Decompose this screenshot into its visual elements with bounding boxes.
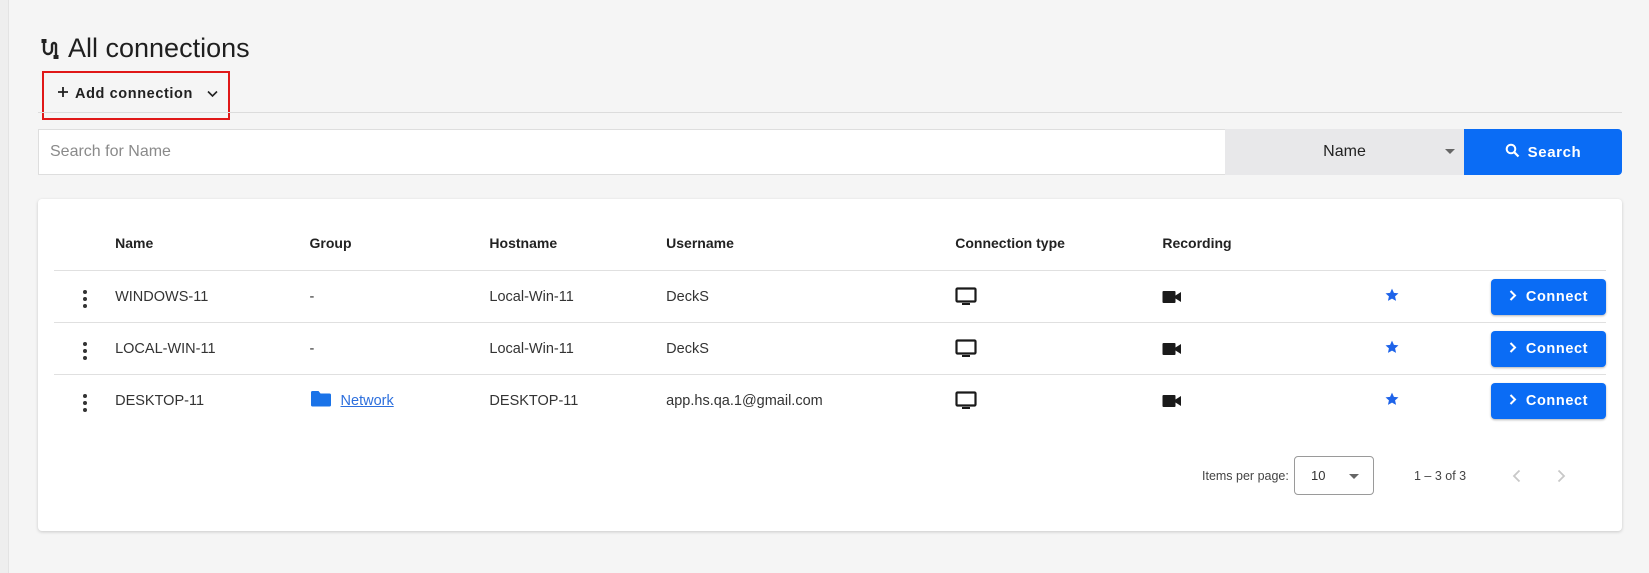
- monitor-icon: [955, 338, 1162, 359]
- cell-connection-type: [955, 270, 1163, 323]
- paginator: Items per page: 10 1 – 3 of 3: [38, 456, 1622, 496]
- search-field-value: Name: [1323, 143, 1366, 160]
- video-camera-icon: [1162, 342, 1320, 356]
- more-vert-icon[interactable]: [75, 286, 95, 312]
- video-camera-icon: [1162, 290, 1320, 304]
- connections-icon: [38, 37, 62, 61]
- add-connection-button[interactable]: Add connection: [44, 72, 222, 116]
- search-input[interactable]: [38, 129, 1225, 175]
- cell-username: DeckS: [666, 270, 956, 323]
- row-menu-cell: [54, 270, 116, 323]
- cell-name: DESKTOP-11: [115, 374, 310, 426]
- chevron-down-icon: [207, 86, 218, 102]
- items-per-page-select[interactable]: 10: [1294, 456, 1374, 495]
- cell-action: Connect: [1420, 322, 1606, 375]
- connect-label: Connect: [1525, 340, 1589, 357]
- monitor-icon: [955, 286, 1162, 307]
- search-icon: [1505, 143, 1520, 162]
- cell-username: app.hs.qa.1@gmail.com: [666, 374, 956, 426]
- folder-icon: [310, 390, 332, 411]
- next-page-icon[interactable]: [1551, 466, 1571, 486]
- cell-favorite: [1320, 270, 1420, 323]
- star-icon[interactable]: [1384, 339, 1400, 359]
- caret-down-icon: [1445, 149, 1455, 154]
- search-button-label: Search: [1527, 143, 1582, 161]
- cell-connection-type: [955, 322, 1163, 375]
- more-vert-icon[interactable]: [75, 338, 95, 364]
- cell-connection-type: [955, 374, 1163, 426]
- add-connection-label: Add connection: [75, 86, 193, 102]
- column-header-recording[interactable]: Recording: [1162, 215, 1320, 271]
- row-menu-cell: [54, 322, 116, 375]
- pagination-range: 1 – 3 of 3: [1414, 469, 1467, 483]
- cell-action: Connect: [1420, 374, 1606, 426]
- cell-hostname: Local-Win-11: [489, 270, 667, 323]
- page-header: All connections: [38, 33, 250, 64]
- video-camera-icon: [1162, 394, 1320, 408]
- cell-group: -: [309, 322, 490, 375]
- column-header-actions: [1420, 215, 1606, 271]
- row-menu-cell: [54, 374, 116, 426]
- column-header-menu: [54, 215, 115, 271]
- column-header-group[interactable]: Group: [310, 215, 490, 271]
- cell-username: DeckS: [666, 322, 956, 375]
- cell-hostname: Local-Win-11: [489, 322, 667, 375]
- connect-button[interactable]: Connect: [1491, 278, 1606, 315]
- group-link[interactable]: Network: [310, 390, 394, 411]
- column-header-name[interactable]: Name: [115, 215, 309, 271]
- toolbar-divider: [38, 112, 1622, 113]
- window-edge: [0, 0, 9, 573]
- previous-page-icon[interactable]: [1506, 466, 1526, 486]
- chevron-right-icon: [1509, 341, 1517, 357]
- cell-favorite: [1320, 374, 1420, 426]
- cell-recording: [1162, 322, 1321, 375]
- search-button[interactable]: Search: [1464, 129, 1622, 175]
- chevron-right-icon: [1509, 393, 1517, 409]
- search-field-select[interactable]: Name: [1225, 129, 1464, 175]
- connect-button[interactable]: Connect: [1491, 382, 1606, 419]
- more-vert-icon[interactable]: [75, 390, 95, 416]
- page-title: All connections: [68, 33, 250, 63]
- cell-recording: [1162, 270, 1321, 323]
- column-header-favorite: [1320, 215, 1420, 271]
- connect-label: Connect: [1525, 392, 1589, 409]
- items-per-page-label: Items per page:: [1202, 469, 1289, 483]
- table-header-row: Name Group Hostname Username Connection …: [54, 215, 1606, 271]
- column-header-username[interactable]: Username: [666, 215, 955, 271]
- connect-label: Connect: [1525, 288, 1589, 305]
- connect-button[interactable]: Connect: [1491, 330, 1606, 367]
- cell-favorite: [1320, 322, 1420, 375]
- caret-down-icon: [1349, 474, 1359, 479]
- table-row: WINDOWS-11 - Local-Win-11 DeckS Connect: [54, 270, 1606, 323]
- table-row: LOCAL-WIN-11 - Local-Win-11 DeckS Connec…: [54, 322, 1606, 375]
- star-icon[interactable]: [1384, 287, 1400, 307]
- star-icon[interactable]: [1384, 391, 1400, 411]
- items-per-page-value: 10: [1311, 468, 1326, 483]
- connections-card: Name Group Hostname Username Connection …: [38, 199, 1622, 531]
- monitor-icon: [955, 390, 1162, 411]
- cell-action: Connect: [1420, 270, 1606, 323]
- chevron-right-icon: [1509, 289, 1517, 305]
- cell-group: Network: [309, 374, 490, 426]
- group-link-label[interactable]: Network: [341, 393, 394, 409]
- column-header-connection-type[interactable]: Connection type: [955, 215, 1162, 271]
- connections-table: Name Group Hostname Username Connection …: [54, 215, 1606, 426]
- cell-group: -: [309, 270, 490, 323]
- cell-name: LOCAL-WIN-11: [115, 322, 310, 375]
- column-header-hostname[interactable]: Hostname: [489, 215, 666, 271]
- cell-name: WINDOWS-11: [115, 270, 310, 323]
- cell-recording: [1162, 374, 1321, 426]
- table-row: DESKTOP-11 Network DESKTOP-11 app.hs.qa.…: [54, 374, 1606, 426]
- search-bar: Name Search: [38, 129, 1622, 175]
- cell-hostname: DESKTOP-11: [489, 374, 667, 426]
- plus-icon: [57, 86, 69, 102]
